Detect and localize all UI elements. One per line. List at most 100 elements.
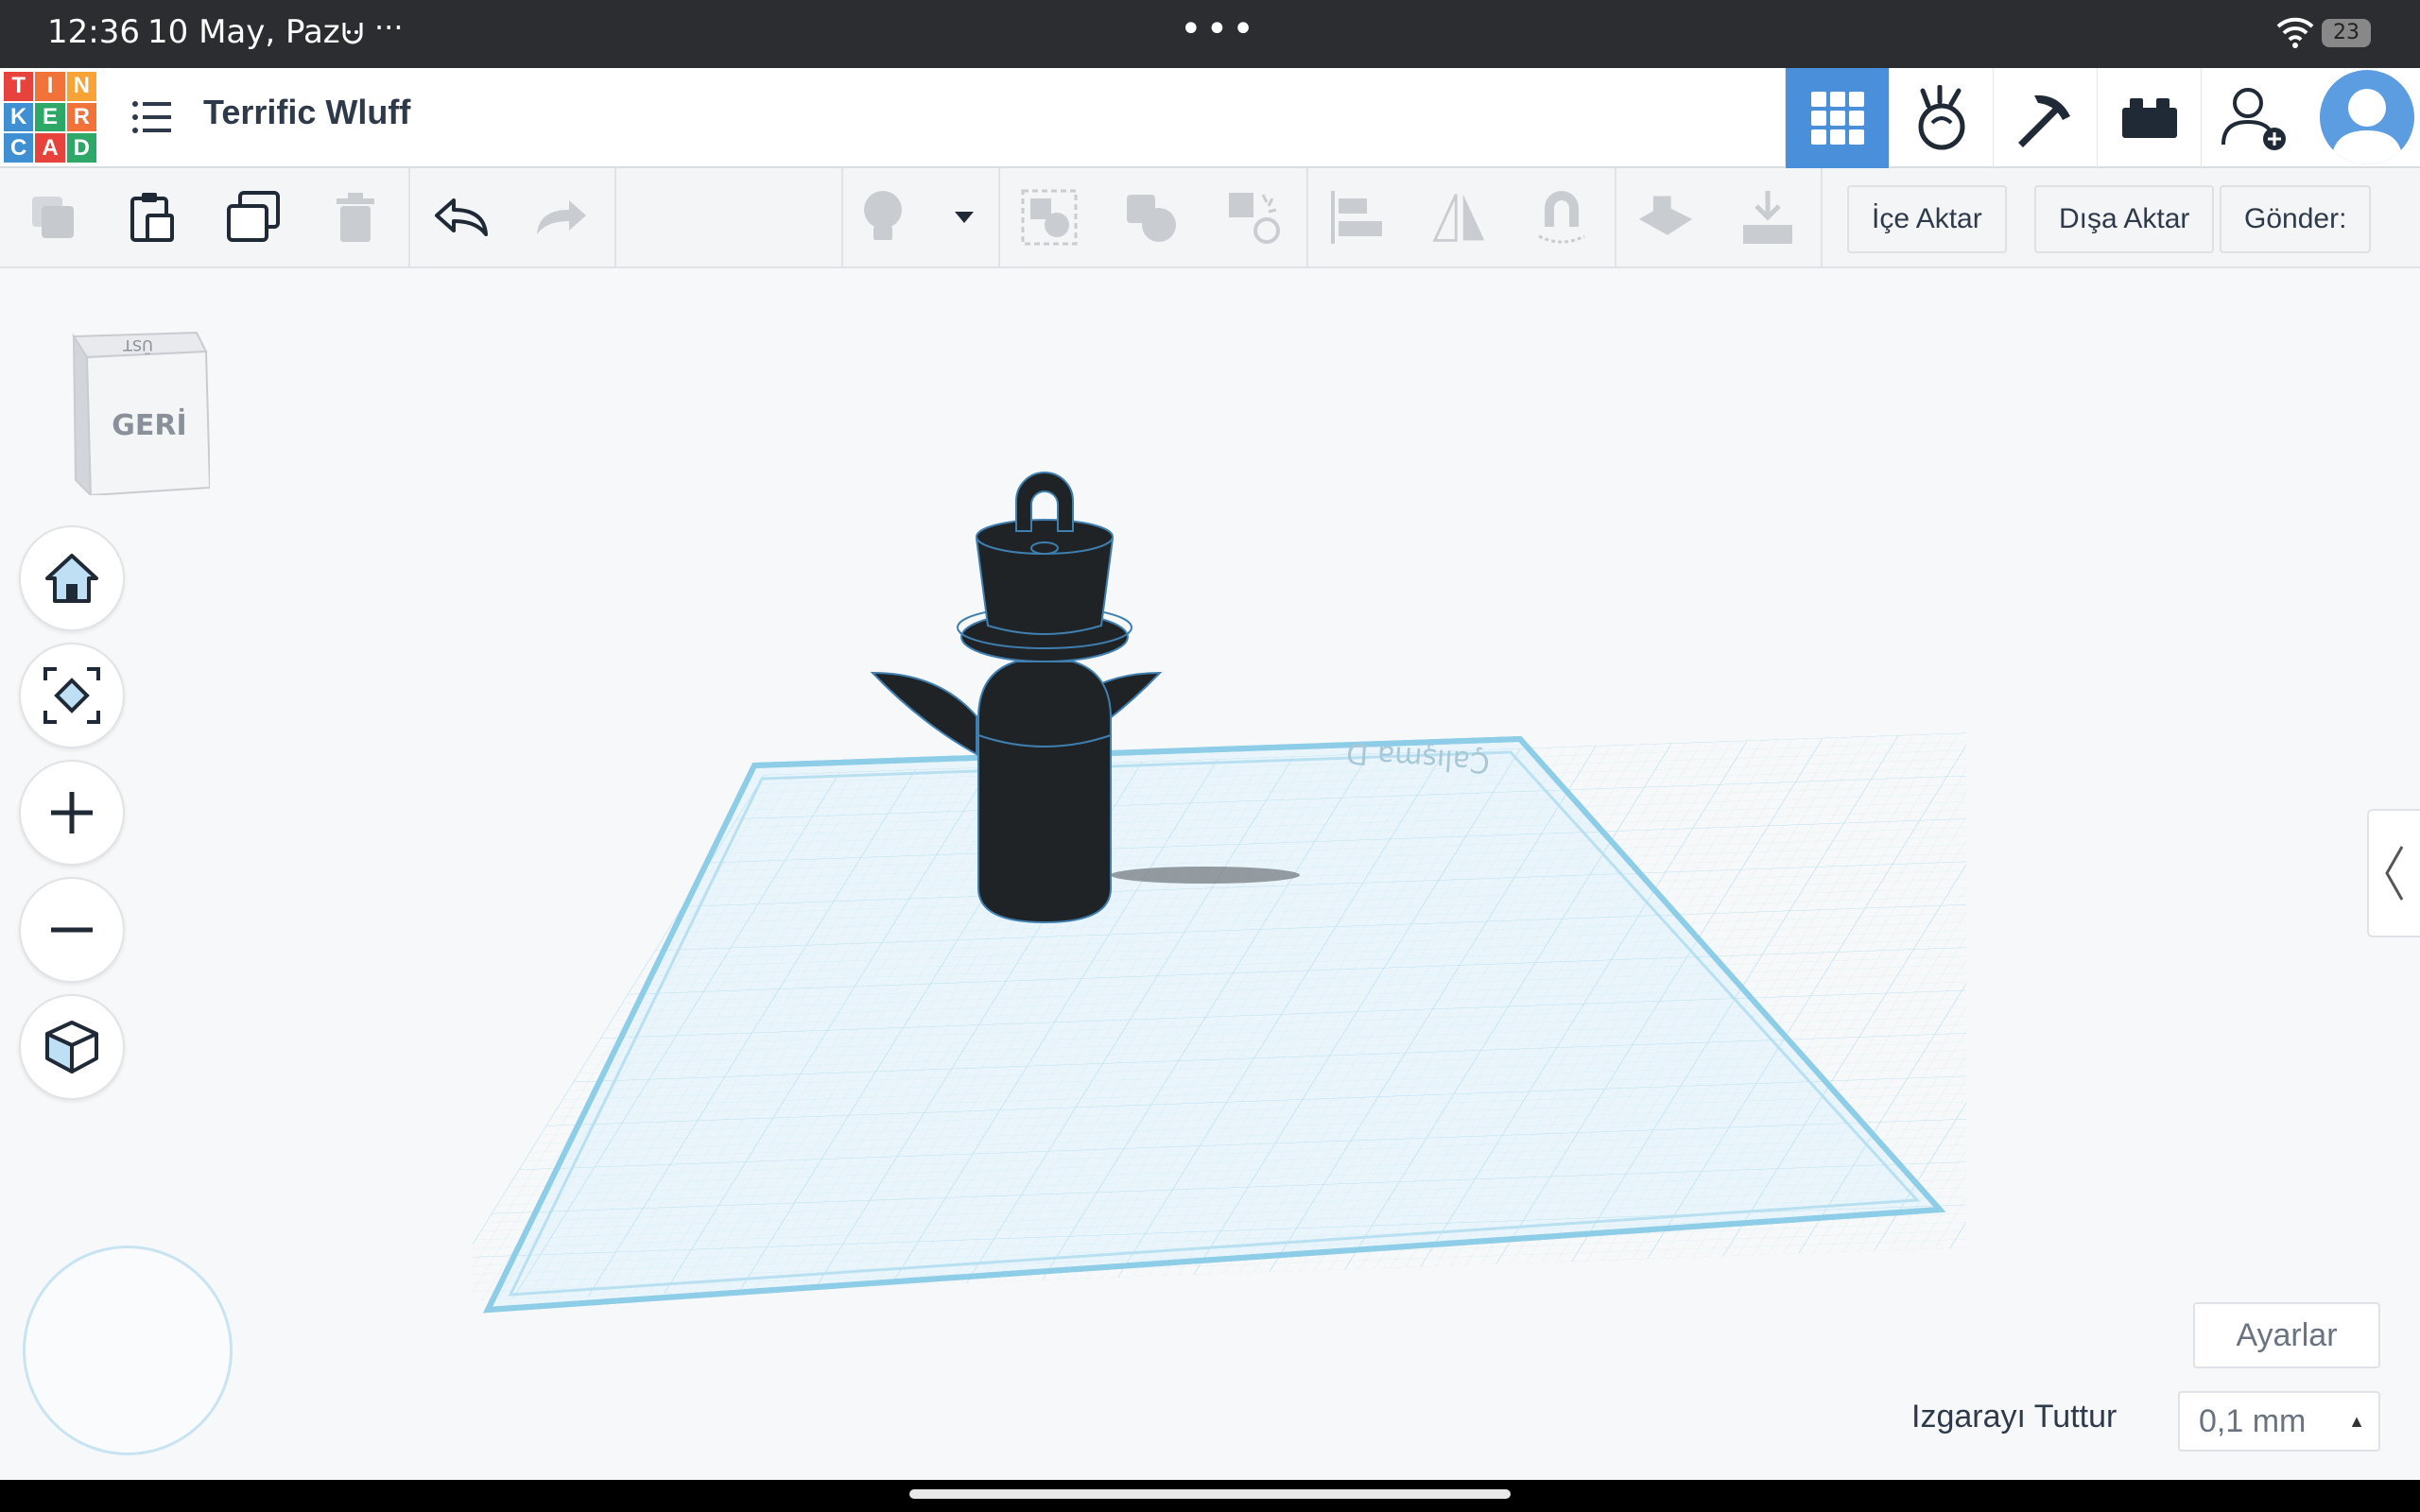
caret-up-icon: ▲ (2348, 1412, 2365, 1431)
window-handle-icon[interactable]: ••• (1180, 8, 1258, 51)
sim-lab-icon (1918, 85, 1964, 150)
paste-button[interactable] (125, 189, 182, 246)
undo-icon (435, 198, 488, 236)
send-to-button[interactable]: Gönder: (2220, 185, 2372, 253)
magnet-icon (1538, 191, 1585, 244)
mirror-button[interactable] (1431, 189, 1488, 246)
logo-letter: A (35, 133, 65, 163)
perspective-toggle-button[interactable] (19, 994, 125, 1100)
toolbar-divider (841, 168, 843, 268)
caret-down-icon (955, 212, 974, 223)
notification-icon (342, 23, 363, 44)
battery-icon: 23 (2322, 19, 2371, 47)
status-date: 10 May, Paz (147, 13, 340, 51)
avatar-icon (2331, 89, 2403, 164)
edit-toolbar: İçe Aktar Dışa Aktar Gönder: (0, 168, 2420, 268)
home-icon (45, 554, 98, 603)
toolbar-divider (1615, 168, 1616, 268)
viewcube-front-label: GERİ (112, 408, 186, 442)
cruise-button[interactable] (1225, 189, 1282, 246)
fit-view-icon (43, 667, 100, 724)
workplane-magnet-button[interactable] (1533, 189, 1590, 246)
mode-switcher (1785, 68, 2305, 168)
redo-button[interactable] (533, 189, 590, 246)
group-button[interactable] (1021, 189, 1078, 246)
duplicate-icon (227, 191, 280, 242)
menu-list-icon[interactable] (130, 98, 172, 136)
system-nav-bar (0, 1480, 2420, 1512)
group-icon (1021, 189, 1078, 246)
minecraft-pickaxe-icon (2017, 94, 2070, 147)
copy-icon (32, 197, 74, 238)
settings-button[interactable]: Ayarlar (2193, 1302, 2380, 1368)
zoom-out-button[interactable] (19, 877, 125, 983)
trash-icon (337, 193, 374, 242)
duplicate-button[interactable] (225, 189, 282, 246)
delete-button[interactable] (327, 189, 384, 246)
panel-collapse-button[interactable] (2367, 809, 2420, 937)
align-icon (1331, 191, 1382, 244)
notes-button[interactable] (855, 189, 911, 246)
chevron-left-icon (2385, 846, 2404, 901)
lego-brick-icon (2121, 98, 2177, 138)
workplane-grid (473, 712, 1966, 1314)
zoom-in-button[interactable] (19, 760, 125, 866)
toolbar-divider (1306, 168, 1308, 268)
logo-letter: R (66, 102, 96, 132)
notes-dropdown[interactable] (936, 189, 993, 246)
view-cube[interactable]: ÜST GERİ (68, 329, 210, 495)
toolbar-divider (614, 168, 616, 268)
ungroup-button[interactable] (1123, 189, 1180, 246)
viewcube-top-label: ÜST (123, 336, 153, 354)
logo-letter: N (66, 72, 96, 101)
logo-letter: T (4, 72, 34, 101)
add-user-button[interactable] (2201, 68, 2305, 168)
snap-grid-select[interactable]: 0,1 mm ▲ (2178, 1391, 2380, 1452)
toolbar-divider (1821, 168, 1823, 268)
drop-to-plane-icon (1743, 191, 1792, 244)
zoom-in-icon (51, 792, 93, 833)
status-more: ··· (374, 9, 404, 45)
copy-button[interactable] (25, 189, 81, 246)
lego-button[interactable] (2097, 68, 2201, 168)
mirror-icon (1432, 194, 1485, 242)
home-gesture-bar[interactable] (909, 1489, 1511, 1499)
ruler-button[interactable] (1739, 189, 1796, 246)
logo-letter: I (35, 72, 65, 101)
ungroup-icon (1127, 195, 1176, 242)
snap-grid-label: Izgarayı Tuttur (1911, 1399, 2118, 1435)
orbit-joystick[interactable] (23, 1246, 233, 1455)
tinkercad-logo[interactable]: TIN KER CAD (4, 72, 96, 163)
grid-view-button[interactable] (1785, 68, 1889, 168)
perspective-cube-icon (45, 1021, 98, 1074)
workplane-button[interactable] (1637, 189, 1694, 246)
wifi-icon (2276, 17, 2314, 48)
system-status-bar: 12:36 10 May, Paz ··· ••• 23 (0, 0, 2420, 68)
lightbulb-icon (864, 191, 902, 240)
logo-letter: D (66, 133, 96, 163)
logo-letter: E (35, 102, 65, 132)
import-button[interactable]: İçe Aktar (1847, 185, 2007, 253)
project-title[interactable]: Terrific Wluff (203, 93, 410, 132)
status-time: 12:36 (47, 13, 140, 51)
model-shadow (1111, 867, 1300, 884)
fit-view-button[interactable] (19, 643, 125, 748)
export-button[interactable]: Dışa Aktar (2034, 185, 2215, 253)
undo-button[interactable] (433, 189, 490, 246)
minecraft-button[interactable] (1993, 68, 2097, 168)
add-user-icon (2221, 88, 2286, 150)
logo-letter: K (4, 102, 34, 132)
paste-icon (130, 193, 174, 242)
cruise-icon (1229, 193, 1280, 244)
workplane-icon (1638, 196, 1693, 235)
user-avatar[interactable] (2320, 70, 2414, 164)
toolbar-divider (408, 168, 410, 268)
sim-lab-button[interactable] (1889, 68, 1993, 168)
logo-letter: C (4, 133, 34, 163)
workplane-viewport[interactable]: Çalışma D (473, 463, 1966, 1332)
align-button[interactable] (1329, 189, 1386, 246)
home-view-button[interactable] (19, 525, 125, 631)
zoom-out-icon (51, 927, 93, 933)
redo-icon (537, 200, 586, 234)
grid-view-icon (1810, 92, 1864, 145)
